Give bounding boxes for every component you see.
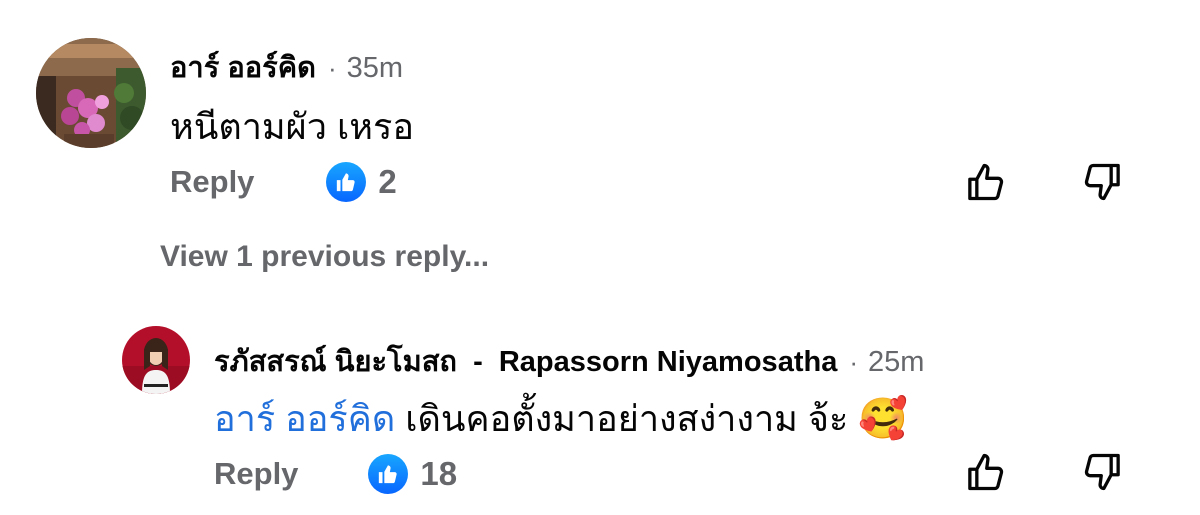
- thumbs-down-outline-icon: [1084, 163, 1120, 201]
- comment-thread: อาร์ ออร์คิด · 35m หนีตามผัว เหรอ Reply …: [0, 0, 1200, 515]
- reply-header: รภัสสรณ์ นิยะโมสถ - Rapassorn Niyamosath…: [214, 338, 924, 384]
- like-reaction-badge[interactable]: [368, 454, 409, 494]
- reply-author-name[interactable]: รภัสสรณ์ นิยะโมสถ - Rapassorn Niyamosath…: [214, 338, 837, 384]
- thumbs-up-icon: [379, 465, 398, 484]
- comment-header: อาร์ ออร์คิด · 35m: [170, 44, 403, 90]
- smiling-face-with-hearts-emoji: 🥰: [858, 397, 909, 441]
- comment-text: หนีตามผัว เหรอ: [170, 106, 414, 147]
- downvote-button[interactable]: [1078, 158, 1126, 206]
- downvote-button[interactable]: [1078, 448, 1126, 496]
- view-previous-replies-link[interactable]: View 1 previous reply...: [160, 240, 489, 274]
- reply-actions: Reply 18: [214, 454, 457, 494]
- comment-timestamp[interactable]: 35m: [347, 52, 403, 85]
- separator-dot: ·: [327, 53, 337, 83]
- mention-link[interactable]: อาร์ ออร์คิด: [214, 390, 395, 447]
- avatar[interactable]: [36, 38, 146, 148]
- upvote-button[interactable]: [962, 448, 1010, 496]
- comment-actions: Reply 2: [170, 162, 397, 202]
- reply-button[interactable]: Reply: [214, 456, 298, 492]
- separator-dot: ·: [849, 347, 858, 377]
- reply-body-text: เดินคอตั้งมาอย่างสง่างาม จ้ะ: [395, 398, 859, 439]
- comment-author-name[interactable]: อาร์ ออร์คิด: [170, 44, 316, 90]
- reply-button[interactable]: Reply: [170, 164, 254, 200]
- thumbs-up-outline-icon: [968, 163, 1004, 201]
- avatar-image: [36, 38, 146, 148]
- thumbs-up-outline-icon: [968, 453, 1004, 491]
- thumbs-up-icon: [337, 173, 356, 192]
- upvote-button[interactable]: [962, 158, 1010, 206]
- reply-avatar[interactable]: [122, 326, 190, 394]
- reply-timestamp[interactable]: 25m: [868, 346, 924, 379]
- reply-text: อาร์ ออร์คิด เดินคอตั้งมาอย่างสง่างาม จ้…: [214, 390, 908, 447]
- thumbs-down-outline-icon: [1084, 453, 1120, 491]
- like-count: 18: [420, 455, 458, 492]
- like-count: 2: [378, 163, 397, 200]
- like-reaction-badge[interactable]: [326, 162, 367, 202]
- reply-avatar-image: [122, 326, 190, 394]
